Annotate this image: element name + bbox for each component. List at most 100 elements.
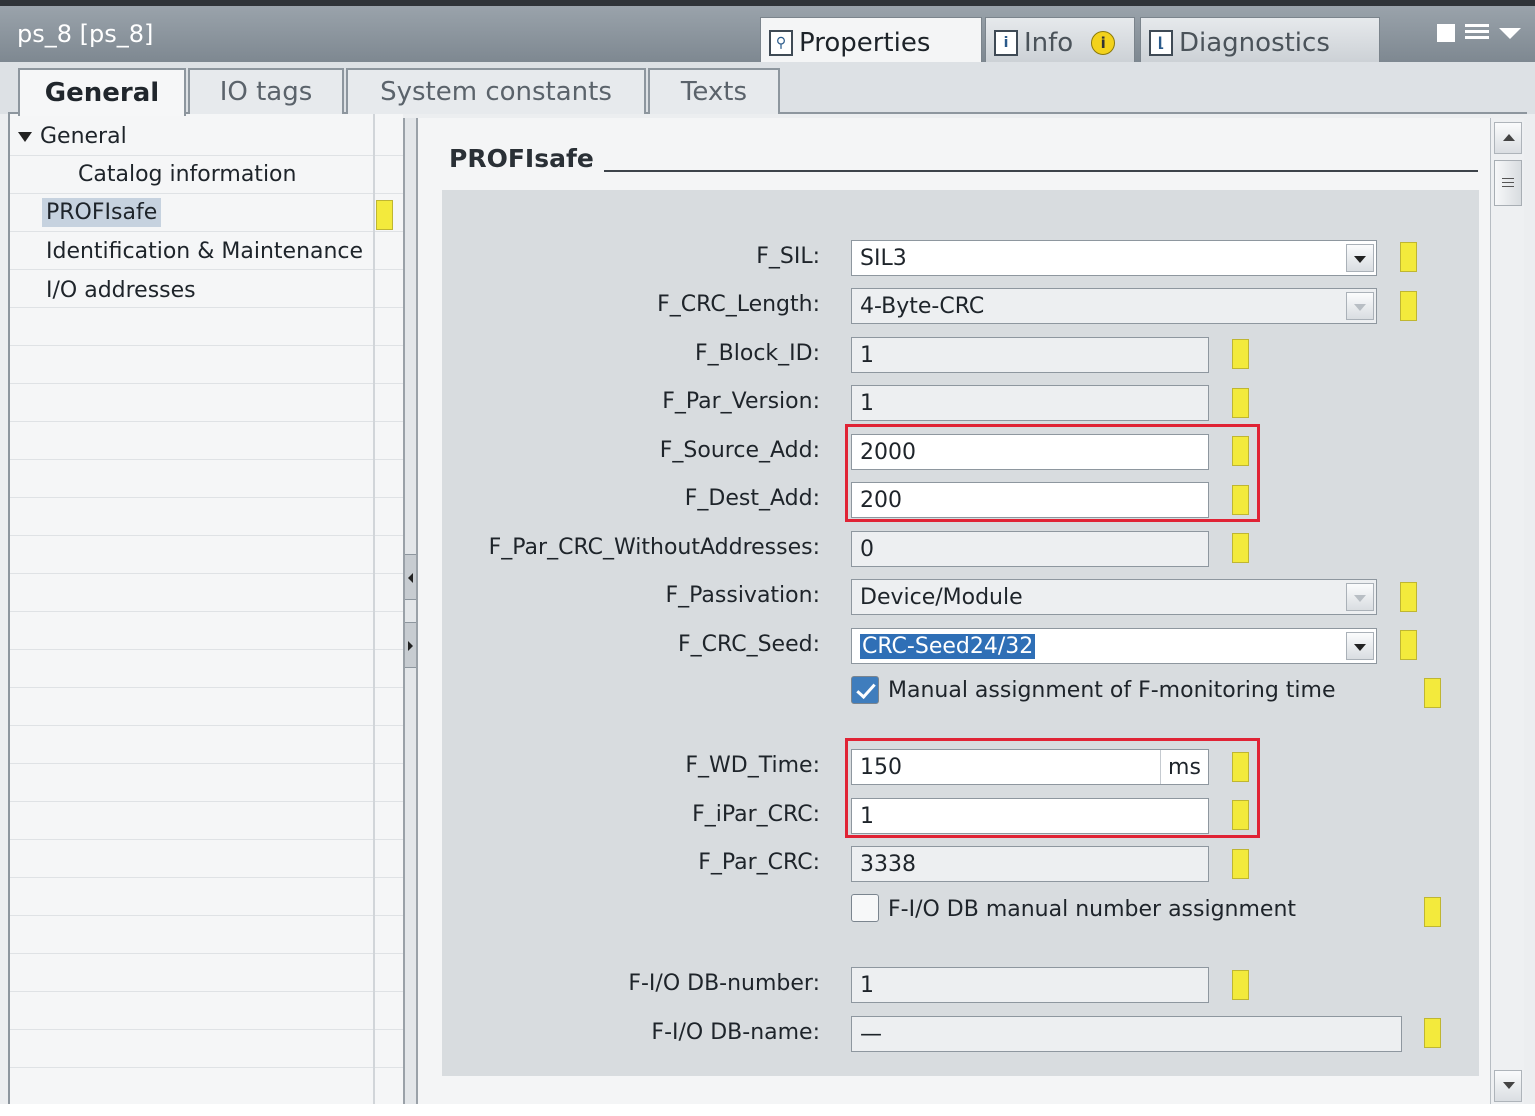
f-ipar-crc-label: F_iPar_CRC: — [692, 802, 820, 827]
nav-row — [10, 688, 405, 726]
section-title: PROFIsafe — [449, 144, 594, 173]
f-source-add-label: F_Source_Add: — [659, 438, 820, 463]
nav-row — [10, 536, 405, 574]
fio-db-number-field: 1 — [851, 967, 1209, 1003]
f-par-version-value: 1 — [860, 390, 874, 416]
tab-info-label: Info — [1024, 28, 1074, 58]
profisafe-parameters-group: F_SIL: SIL3 F_CRC_Length: 4-Byte-CRC F_B… — [442, 190, 1479, 1076]
fio-db-name-label: F-I/O DB-name: — [651, 1020, 820, 1045]
status-marker-icon — [1232, 339, 1249, 369]
f-par-version-label: F_Par_Version: — [662, 389, 820, 414]
nav-item-identification-maintenance[interactable]: Identification & Maintenance — [46, 239, 363, 264]
fio-db-manual-checkbox[interactable] — [851, 894, 879, 922]
fio-db-manual-label: F-I/O DB manual number assignment — [888, 897, 1297, 922]
tab-info[interactable]: i Info i — [985, 17, 1135, 68]
chevron-down-icon[interactable] — [1346, 632, 1374, 660]
nav-row — [10, 954, 405, 992]
f-par-version-field: 1 — [851, 385, 1209, 421]
bottom-edge — [0, 1104, 1535, 1116]
nav-row — [10, 726, 405, 764]
chevron-down-icon[interactable] — [1499, 27, 1521, 39]
nav-row — [10, 1068, 405, 1106]
f-block-id-value: 1 — [860, 342, 874, 368]
panel-splitter[interactable] — [403, 118, 418, 1106]
tab-system-constants[interactable]: System constants — [346, 68, 646, 114]
nav-row — [10, 422, 405, 460]
status-marker-icon — [1424, 897, 1441, 927]
nav-row — [10, 574, 405, 612]
fio-db-name-field: — — [851, 1016, 1402, 1052]
float-window-icon[interactable] — [1437, 24, 1455, 42]
tab-properties-label: Properties — [799, 28, 931, 58]
nav-item-catalog-information[interactable]: Catalog information — [78, 162, 296, 187]
nav-item-general[interactable]: General — [18, 124, 127, 149]
fio-db-name-value: — — [860, 1021, 882, 1047]
f-crc-length-label: F_CRC_Length: — [657, 292, 820, 317]
nav-row — [10, 650, 405, 688]
f-sil-select[interactable]: SIL3 — [851, 240, 1377, 276]
tab-texts[interactable]: Texts — [648, 68, 780, 114]
manual-monitoring-checkbox[interactable] — [851, 676, 879, 704]
expand-right-icon[interactable] — [405, 622, 416, 668]
f-block-id-label: F_Block_ID: — [695, 341, 820, 366]
nav-row — [10, 384, 405, 422]
expand-triangle-icon[interactable] — [18, 132, 32, 142]
tab-diagnostics-label: Diagnostics — [1179, 28, 1330, 58]
status-marker-icon — [1400, 582, 1417, 612]
nav-row — [10, 764, 405, 802]
f-passivation-select: Device/Module — [851, 579, 1377, 615]
status-marker-icon — [1232, 388, 1249, 418]
scroll-down-icon[interactable] — [1494, 1070, 1522, 1102]
layout-menu-icon[interactable] — [1465, 24, 1489, 42]
nav-item-profisafe[interactable]: PROFIsafe — [42, 198, 162, 227]
nav-row — [10, 1030, 405, 1068]
chevron-down-icon[interactable] — [1346, 244, 1374, 272]
manual-monitoring-label: Manual assignment of F-monitoring time — [888, 678, 1336, 703]
scroll-up-icon[interactable] — [1494, 122, 1522, 154]
properties-icon: ⚲ — [769, 30, 793, 56]
f-passivation-value: Device/Module — [860, 584, 1023, 610]
f-passivation-label: F_Passivation: — [665, 583, 820, 608]
scroll-thumb[interactable] — [1494, 160, 1522, 206]
vertical-scrollbar[interactable] — [1490, 118, 1524, 1106]
window-title: ps_8 [ps_8] — [17, 20, 154, 48]
nav-row — [10, 460, 405, 498]
f-par-crc-value: 3338 — [860, 851, 916, 877]
f-crc-seed-value: CRC-Seed24/32 — [860, 633, 1036, 659]
status-marker-icon — [376, 200, 393, 230]
f-crc-length-value: 4-Byte-CRC — [860, 293, 985, 319]
tab-properties[interactable]: ⚲ Properties — [760, 17, 982, 68]
f-par-crc-without-value: 0 — [860, 536, 874, 562]
status-marker-icon — [1400, 242, 1417, 272]
nav-row — [10, 612, 405, 650]
info-badge-icon: i — [1091, 31, 1116, 55]
f-wd-time-label: F_WD_Time: — [685, 753, 820, 778]
collapse-left-icon[interactable] — [405, 554, 416, 600]
highlight-box-addresses — [845, 424, 1260, 522]
fio-db-number-label: F-I/O DB-number: — [628, 971, 820, 996]
f-crc-seed-select[interactable]: CRC-Seed24/32 — [851, 628, 1377, 664]
nav-row — [10, 802, 405, 840]
fio-db-number-value: 1 — [860, 972, 874, 998]
nav-row — [10, 840, 405, 878]
tab-diagnostics[interactable]: ⌊ Diagnostics — [1140, 17, 1380, 68]
highlight-box-monitoring — [845, 738, 1260, 838]
status-marker-icon — [1424, 1018, 1441, 1048]
f-block-id-field: 1 — [851, 337, 1209, 373]
status-marker-icon — [1232, 849, 1249, 879]
section-divider — [604, 170, 1478, 172]
tab-general[interactable]: General — [18, 68, 186, 116]
info-icon: i — [994, 30, 1018, 56]
chevron-down-icon — [1346, 583, 1374, 611]
nav-item-io-addresses[interactable]: I/O addresses — [46, 278, 196, 303]
navigation-tree: General Catalog information PROFIsafe Id… — [8, 114, 405, 1106]
diagnostics-icon: ⌊ — [1149, 30, 1173, 56]
nav-column-divider — [373, 114, 375, 1104]
window-controls — [1437, 24, 1521, 42]
tab-io-tags[interactable]: IO tags — [188, 68, 344, 114]
nav-row — [10, 992, 405, 1030]
f-sil-label: F_SIL: — [756, 244, 820, 269]
nav-row — [10, 498, 405, 536]
f-crc-seed-label: F_CRC_Seed: — [678, 632, 820, 657]
f-par-crc-field: 3338 — [851, 846, 1209, 882]
